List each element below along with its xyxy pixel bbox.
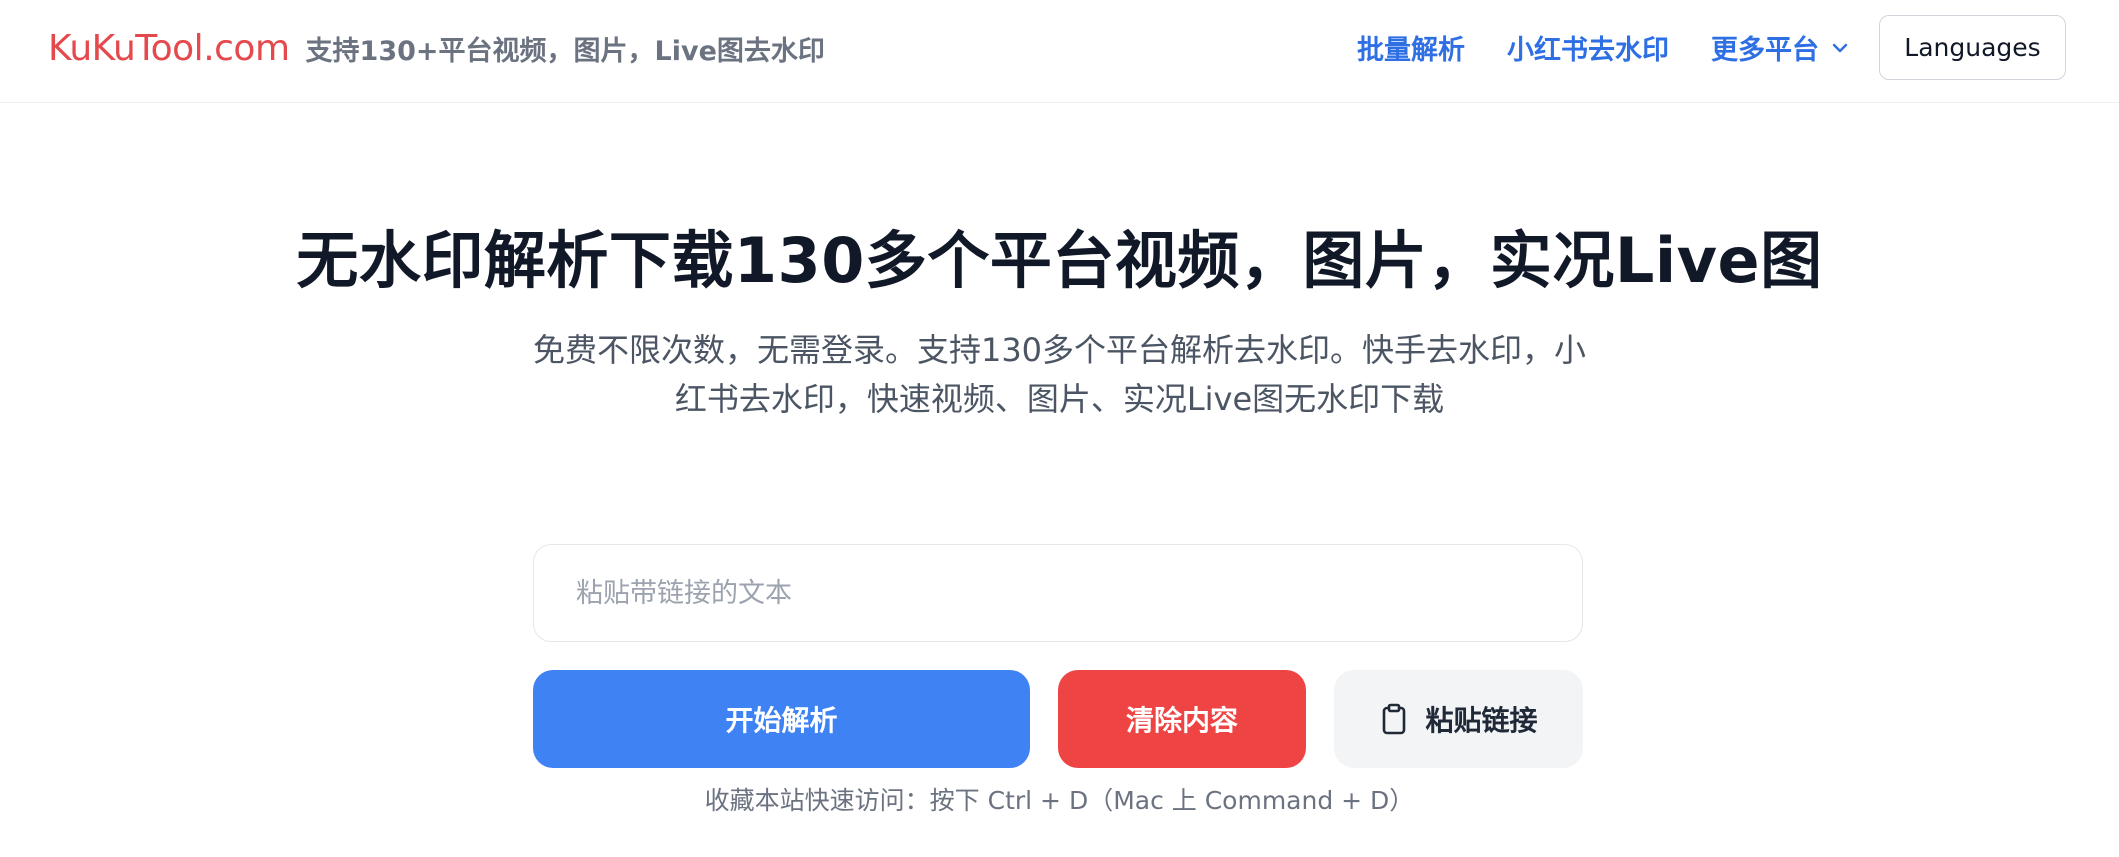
clear-content-button[interactable]: 清除内容 — [1058, 670, 1306, 768]
nav-xiaohongshu[interactable]: 小红书去水印 — [1507, 28, 1669, 67]
site-tagline: 支持130+平台视频，图片，Live图去水印 — [305, 35, 825, 67]
languages-button[interactable]: Languages — [1879, 15, 2066, 80]
link-text-input[interactable] — [533, 544, 1583, 642]
nav-batch-parse[interactable]: 批量解析 — [1357, 28, 1465, 67]
brand: KuKuTool.com 支持130+平台视频，图片，Live图去水印 — [48, 22, 825, 74]
clipboard-icon — [1379, 702, 1409, 736]
site-logo[interactable]: KuKuTool.com — [48, 28, 290, 69]
bookmark-hint: 收藏本站快速访问：按下 Ctrl + D（Mac 上 Command + D） — [704, 786, 1415, 815]
nav-more-platforms-dropdown[interactable]: 更多平台 — [1711, 28, 1853, 67]
page-title: 无水印解析下载130多个平台视频，图片，实况Live图 — [296, 224, 1823, 297]
page-subtitle: 免费不限次数，无需登录。支持130多个平台解析去水印。快手去水印，小红书去水印，… — [532, 331, 1587, 418]
site-header: KuKuTool.com 支持130+平台视频，图片，Live图去水印 批量解析… — [0, 0, 2119, 103]
chevron-down-icon — [1827, 35, 1853, 61]
start-parse-button[interactable]: 开始解析 — [533, 670, 1030, 768]
nav-more-platforms-label: 更多平台 — [1711, 35, 1819, 66]
paste-link-button[interactable]: 粘贴链接 — [1334, 670, 1583, 768]
paste-link-label: 粘贴链接 — [1425, 704, 1538, 737]
top-nav: 批量解析 小红书去水印 更多平台 Languages — [1357, 15, 2066, 80]
